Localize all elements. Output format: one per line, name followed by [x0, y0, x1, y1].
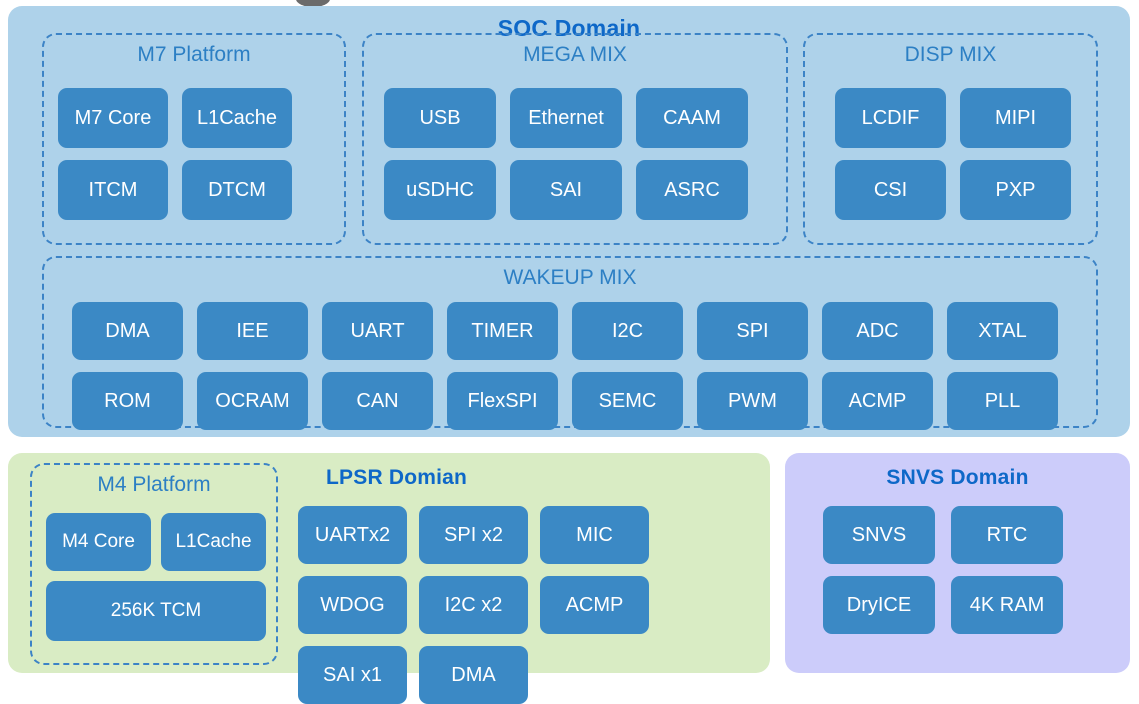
- block-spi[interactable]: SPI: [697, 302, 808, 360]
- block-lpsr-i2c-x2[interactable]: I2C x2: [419, 576, 528, 634]
- group-m4-platform: M4 Platform M4 Core L1Cache 256K TCM: [30, 463, 278, 665]
- block-adc[interactable]: ADC: [822, 302, 933, 360]
- block-uart[interactable]: UART: [322, 302, 433, 360]
- block-ocram[interactable]: OCRAM: [197, 372, 308, 430]
- block-snvs[interactable]: SNVS: [823, 506, 935, 564]
- block-caam[interactable]: CAAM: [636, 88, 748, 148]
- block-acmp[interactable]: ACMP: [822, 372, 933, 430]
- block-lcdif[interactable]: LCDIF: [835, 88, 946, 148]
- block-csi[interactable]: CSI: [835, 160, 946, 220]
- block-pwm[interactable]: PWM: [697, 372, 808, 430]
- block-256k-tcm[interactable]: 256K TCM: [46, 581, 266, 641]
- group-title-disp-mix: DISP MIX: [904, 43, 997, 66]
- block-lpsr-wdog[interactable]: WDOG: [298, 576, 407, 634]
- block-lpsr-sai-x1[interactable]: SAI x1: [298, 646, 407, 704]
- block-ethernet[interactable]: Ethernet: [510, 88, 622, 148]
- block-list-mega-mix: USB Ethernet CAAM uSDHC SAI ASRC: [384, 88, 770, 220]
- group-title-m7-platform: M7 Platform: [137, 43, 251, 66]
- block-diagram: SOC Domain M7 Platform M7 Core L1Cache I…: [0, 0, 1139, 704]
- block-can[interactable]: CAN: [322, 372, 433, 430]
- block-mipi[interactable]: MIPI: [960, 88, 1071, 148]
- block-usb[interactable]: USB: [384, 88, 496, 148]
- group-mega-mix: MEGA MIX USB Ethernet CAAM uSDHC SAI ASR…: [362, 33, 788, 245]
- block-m4-l1cache[interactable]: L1Cache: [161, 513, 266, 571]
- group-title-m4-platform: M4 Platform: [97, 473, 211, 496]
- block-list-disp-mix: LCDIF MIPI CSI PXP: [835, 88, 1071, 220]
- block-l1cache[interactable]: L1Cache: [182, 88, 292, 148]
- block-sai[interactable]: SAI: [510, 160, 622, 220]
- block-asrc[interactable]: ASRC: [636, 160, 748, 220]
- block-rtc[interactable]: RTC: [951, 506, 1063, 564]
- block-lpsr-uartx2[interactable]: UARTx2: [298, 506, 407, 564]
- block-m4-core[interactable]: M4 Core: [46, 513, 151, 571]
- block-m7-core[interactable]: M7 Core: [58, 88, 168, 148]
- block-list-m7-platform: M7 Core L1Cache ITCM DTCM: [58, 88, 334, 220]
- block-lpsr-mic[interactable]: MIC: [540, 506, 649, 564]
- block-lpsr-dma[interactable]: DMA: [419, 646, 528, 704]
- block-list-lpsr-peripherals: UARTx2 SPI x2 MIC WDOG I2C x2 ACMP SAI x…: [298, 506, 758, 704]
- block-rom[interactable]: ROM: [72, 372, 183, 430]
- lpsr-domain-panel: LPSR Domian M4 Platform M4 Core L1Cache …: [8, 453, 770, 704]
- block-flexspi[interactable]: FlexSPI: [447, 372, 558, 430]
- block-list-snvs: SNVS RTC DryICE 4K RAM: [823, 506, 1093, 634]
- block-pll[interactable]: PLL: [947, 372, 1058, 430]
- snvs-domain-panel: SNVS Domain SNVS RTC DryICE 4K RAM: [785, 453, 1130, 673]
- group-title-mega-mix: MEGA MIX: [523, 43, 627, 66]
- block-semc[interactable]: SEMC: [572, 372, 683, 430]
- block-4k-ram[interactable]: 4K RAM: [951, 576, 1063, 634]
- block-dma[interactable]: DMA: [72, 302, 183, 360]
- block-lpsr-acmp[interactable]: ACMP: [540, 576, 649, 634]
- block-list-m4-platform: M4 Core L1Cache 256K TCM: [46, 513, 266, 641]
- block-dryice[interactable]: DryICE: [823, 576, 935, 634]
- group-m7-platform: M7 Platform M7 Core L1Cache ITCM DTCM: [42, 33, 346, 245]
- block-itcm[interactable]: ITCM: [58, 160, 168, 220]
- block-iee[interactable]: IEE: [197, 302, 308, 360]
- block-dtcm[interactable]: DTCM: [182, 160, 292, 220]
- group-title-wakeup-mix: WAKEUP MIX: [503, 266, 637, 289]
- block-usdhc[interactable]: uSDHC: [384, 160, 496, 220]
- block-pxp[interactable]: PXP: [960, 160, 1071, 220]
- group-wakeup-mix: WAKEUP MIX DMA IEE UART TIMER I2C SPI AD…: [42, 256, 1098, 430]
- group-disp-mix: DISP MIX LCDIF MIPI CSI PXP: [803, 33, 1098, 245]
- block-lpsr-spi-x2[interactable]: SPI x2: [419, 506, 528, 564]
- block-i2c[interactable]: I2C: [572, 302, 683, 360]
- block-xtal[interactable]: XTAL: [947, 302, 1058, 360]
- snvs-domain-title: SNVS Domain: [886, 466, 1029, 489]
- block-list-wakeup-mix: DMA IEE UART TIMER I2C SPI ADC XTAL ROM …: [72, 302, 1072, 430]
- block-timer[interactable]: TIMER: [447, 302, 558, 360]
- soc-domain-panel: SOC Domain M7 Platform M7 Core L1Cache I…: [8, 6, 1130, 437]
